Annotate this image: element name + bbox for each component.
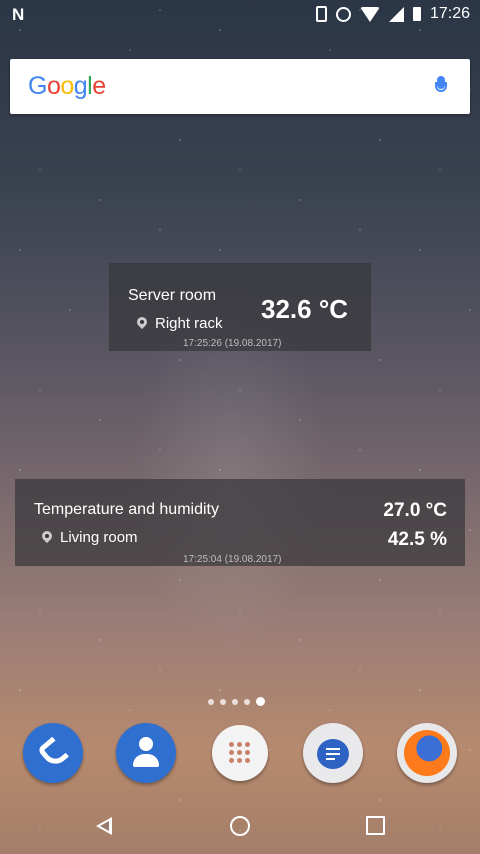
app-drawer-icon[interactable] [212,725,268,781]
clock: 17:26 [429,5,470,22]
page-indicator [208,697,265,706]
battery-icon [412,7,421,21]
recents-button-icon[interactable] [366,816,385,835]
widget-location: Living room [42,529,138,546]
widget-location-label: Living room [60,529,138,546]
back-button-icon[interactable] [96,817,112,835]
widget-title: Server room [128,287,217,304]
temperature-humidity-widget[interactable]: Temperature and humidity Living room 27.… [15,479,465,566]
mic-icon[interactable] [435,76,447,92]
vibrate-icon [315,6,327,22]
firefox-app-icon[interactable] [397,723,457,783]
status-bar: N 17:26 [0,0,480,30]
page-dot-active [256,697,265,706]
widget-location-label: Right rack [155,315,223,332]
google-logo-letter: G [28,72,47,100]
notification-icon: N [12,5,25,24]
google-search-bar[interactable]: Google [10,59,470,114]
location-pin-icon [137,317,147,331]
google-logo-letter: o [60,72,74,100]
temperature-value: 32.6 °C [261,294,349,324]
widget-title: Temperature and humidity [34,501,219,518]
widget-timestamp: 17:25:04 (19.08.2017) [183,554,282,565]
wifi-icon [359,6,380,22]
temperature-value: 27.0 °C [383,500,447,521]
page-dot [220,698,226,705]
home-button-icon[interactable] [230,816,250,836]
messenger-app-icon[interactable] [303,723,363,783]
contacts-app-icon[interactable] [116,723,176,783]
google-logo-letter: o [46,72,61,100]
page-dot [208,698,214,705]
page-dot [244,698,250,705]
server-room-widget[interactable]: Server room Right rack 32.6 °C 17:25:26 … [109,263,371,351]
phone-app-icon[interactable] [23,723,83,783]
widget-location: Right rack [137,315,223,332]
signal-icon [388,6,404,22]
google-logo-letter: e [92,72,106,100]
google-logo-letter: g [73,72,88,100]
alarm-icon [335,6,351,22]
google-logo: Google [28,72,106,101]
location-pin-icon [42,531,52,545]
widget-timestamp: 17:25:26 (19.08.2017) [183,338,282,349]
humidity-value: 42.5 % [387,529,447,550]
page-dot [232,698,238,705]
